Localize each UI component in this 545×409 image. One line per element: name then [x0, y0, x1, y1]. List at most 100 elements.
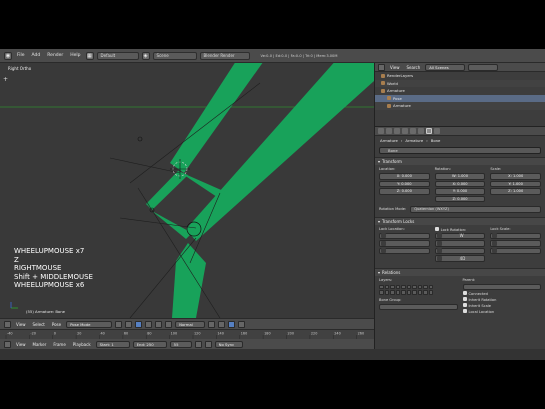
menu-frame[interactable]: Frame — [51, 342, 67, 347]
render-preview-icon[interactable] — [238, 320, 246, 328]
rotation-x-field[interactable]: X: 0.000 — [434, 180, 486, 187]
rotation-z-field[interactable]: Z: 0.000 — [434, 195, 486, 202]
scale-x-field[interactable]: X: 1.000 — [490, 173, 542, 180]
scene-icon[interactable]: ◈ — [141, 51, 150, 60]
view-properties-toggle-icon[interactable]: + — [3, 76, 8, 83]
outliner[interactable]: View Search All Scenes RenderLayers Worl… — [374, 63, 545, 127]
outliner-row[interactable]: Pose — [375, 94, 545, 102]
blender-logo-icon[interactable]: ◉ — [4, 51, 12, 60]
lock-rotation-y-toggle[interactable] — [434, 247, 486, 254]
layer-grid[interactable] — [379, 284, 458, 289]
outliner-row[interactable]: Armature — [375, 87, 545, 95]
bone-group-field[interactable] — [379, 303, 458, 310]
display-mode-selector[interactable]: All Scenes — [425, 63, 466, 71]
rotation-y-field[interactable]: Y: 0.000 — [434, 188, 486, 195]
lock-rotation-z-toggle[interactable]: 4D — [434, 255, 486, 262]
location-y-field[interactable]: Y: 0.000 — [379, 180, 430, 187]
render-engine-selector[interactable]: Blender Render — [199, 51, 250, 60]
location-x-field[interactable]: X: 0.000 — [379, 173, 430, 180]
search-input[interactable] — [468, 63, 499, 71]
end-frame-field[interactable]: End: 250 — [132, 341, 167, 348]
lock-location-z-toggle[interactable] — [379, 247, 430, 254]
layout-grid-icon[interactable]: ▦ — [85, 51, 94, 60]
editor-type-icon[interactable] — [4, 341, 11, 348]
tab-object-icon[interactable] — [402, 128, 408, 134]
start-frame-field[interactable]: Start: 1 — [95, 341, 130, 348]
bone-name-field[interactable]: Bone — [379, 147, 541, 154]
current-frame-field[interactable]: 55 — [169, 341, 192, 348]
play-icon[interactable] — [204, 341, 212, 348]
menu-help[interactable]: Help — [68, 53, 82, 58]
3d-viewport[interactable]: Right Ortho + WHEELUPMOUSE x7 Z RIGHTMOU… — [0, 63, 374, 318]
menu-marker[interactable]: Marker — [31, 342, 49, 347]
outliner-row[interactable]: Armature — [375, 102, 545, 110]
outliner-row[interactable]: World — [375, 79, 545, 87]
editor-type-icon[interactable] — [378, 63, 385, 71]
layer-grid[interactable] — [379, 290, 458, 295]
properties-editor[interactable]: Armature› Armature› Bone Bone Transform … — [374, 127, 545, 349]
lock-scale-x-toggle[interactable] — [490, 232, 542, 239]
scene-selector[interactable]: Scene — [152, 51, 197, 60]
crumb[interactable]: Armature — [405, 138, 423, 143]
play-icon[interactable] — [194, 341, 202, 348]
editor-type-icon[interactable] — [4, 320, 11, 328]
panel-header[interactable]: Relations — [375, 267, 545, 276]
lock-scale-y-toggle[interactable] — [490, 240, 542, 247]
outliner-header: View Search All Scenes — [375, 63, 545, 72]
menu-add[interactable]: Add — [30, 53, 43, 58]
orientation-selector[interactable]: Normal — [175, 320, 206, 328]
rotate-icon[interactable] — [155, 320, 163, 328]
scale-y-field[interactable]: Y: 1.000 — [490, 180, 542, 187]
location-z-field[interactable]: Z: 0.000 — [379, 188, 430, 195]
timeline-editor[interactable]: -40 -20 0 20 40 60 80 100 120 140 160 180 200 220 240 2… — [0, 329, 374, 350]
tab-world-icon[interactable] — [394, 128, 400, 134]
rotation-w-field[interactable]: W: 1.000 — [434, 173, 486, 180]
lock-icon — [436, 240, 442, 246]
menu-view[interactable]: View — [14, 322, 28, 327]
manipulator-icon[interactable] — [135, 320, 143, 328]
scale-z-field[interactable]: Z: 1.000 — [490, 188, 542, 195]
transform-panel: Transform Location: X: 0.000 Y: 0.000 Z:… — [375, 157, 545, 214]
tab-constraints-icon[interactable] — [410, 128, 416, 134]
pivot-icon[interactable] — [125, 320, 133, 328]
key-log-line: WHEELUPMOUSE x7 — [14, 247, 85, 255]
lock-location-x-toggle[interactable] — [379, 232, 430, 239]
tab-bone-constraints-icon[interactable] — [434, 128, 440, 134]
timeline-ruler[interactable]: -40 -20 0 20 40 60 80 100 120 140 160 180 200 220 240 2… — [0, 330, 374, 339]
parent-field[interactable] — [462, 283, 541, 290]
crumb[interactable]: Bone — [431, 138, 441, 143]
snap-icon[interactable] — [228, 320, 236, 328]
menu-playback[interactable]: Playback — [71, 342, 93, 347]
local-location-checkbox[interactable]: Local Location — [462, 309, 542, 315]
lock-icon — [436, 233, 442, 239]
mode-selector[interactable]: Pose Mode — [66, 320, 113, 328]
tab-render-icon[interactable] — [378, 128, 384, 134]
outliner-row[interactable]: RenderLayers — [375, 72, 545, 80]
translate-icon[interactable] — [145, 320, 153, 328]
menu-view[interactable]: View — [14, 342, 28, 347]
scale-icon[interactable] — [165, 320, 173, 328]
lock-rotation-label[interactable]: Lock Rotation: — [434, 226, 486, 233]
sync-selector[interactable]: No Sync — [214, 341, 243, 348]
tab-armature-icon[interactable] — [418, 128, 424, 134]
lock-rotation-x-toggle[interactable] — [434, 240, 486, 247]
menu-render[interactable]: Render — [45, 53, 65, 58]
tab-bone-icon[interactable] — [426, 128, 432, 134]
layout-selector[interactable]: Default — [96, 51, 139, 60]
rotation-mode-selector[interactable]: Quaternion (WXYZ) — [410, 206, 541, 213]
crumb[interactable]: Armature — [380, 138, 398, 143]
lock-location-y-toggle[interactable] — [379, 240, 430, 247]
tab-scene-icon[interactable] — [386, 128, 392, 134]
menu-view[interactable]: View — [388, 65, 402, 70]
panel-header[interactable]: Transform Locks — [375, 216, 545, 225]
shading-icon[interactable] — [115, 320, 123, 328]
lock-scale-z-toggle[interactable] — [490, 247, 542, 254]
menu-select[interactable]: Select — [31, 322, 47, 327]
lock-rotation-w-toggle[interactable]: W — [434, 232, 486, 239]
menu-file[interactable]: File — [15, 53, 27, 58]
panel-header[interactable]: Transform — [375, 157, 545, 165]
layer-icon[interactable] — [218, 320, 226, 328]
menu-pose[interactable]: Pose — [50, 322, 63, 327]
layer-icon[interactable] — [208, 320, 216, 328]
menu-search[interactable]: Search — [405, 65, 423, 70]
